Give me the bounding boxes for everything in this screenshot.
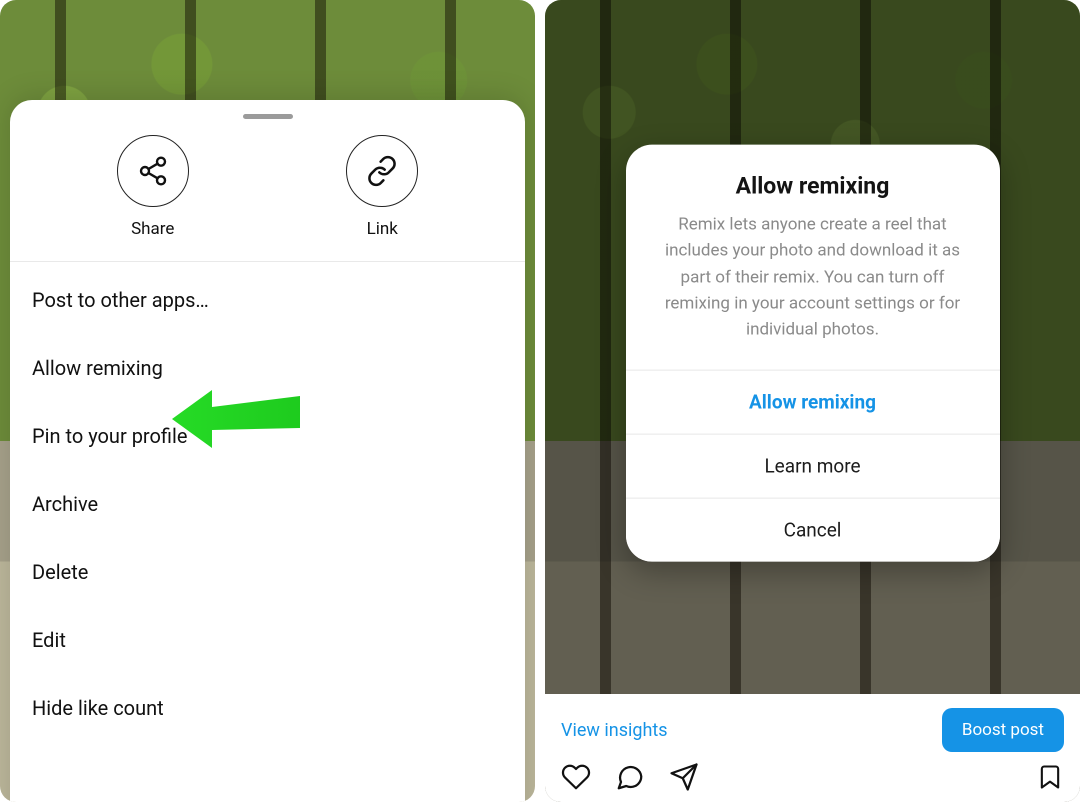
view-insights-link[interactable]: View insights xyxy=(561,720,668,741)
left-screenshot: Share Link Post to other apps… Allow rem… xyxy=(0,0,535,802)
sheet-grabber[interactable] xyxy=(243,114,293,119)
share-action[interactable]: Share xyxy=(83,135,223,239)
send-icon[interactable] xyxy=(669,762,699,792)
boost-post-button[interactable]: Boost post xyxy=(942,708,1064,752)
comment-icon[interactable] xyxy=(615,762,645,792)
menu-post-to-other-apps[interactable]: Post to other apps… xyxy=(10,266,525,334)
dialog-body: Remix lets anyone create a reel that inc… xyxy=(626,212,1000,370)
heart-icon[interactable] xyxy=(561,762,591,792)
menu-delete[interactable]: Delete xyxy=(10,538,525,606)
dialog-title: Allow remixing xyxy=(626,145,1000,212)
sheet-menu: Post to other apps… Allow remixing Pin t… xyxy=(10,262,525,742)
menu-edit[interactable]: Edit xyxy=(10,606,525,674)
link-label: Link xyxy=(367,219,398,239)
allow-remixing-dialog: Allow remixing Remix lets anyone create … xyxy=(626,145,1000,562)
link-icon[interactable] xyxy=(346,135,418,207)
dialog-allow-remixing-button[interactable]: Allow remixing xyxy=(626,369,1000,433)
share-label: Share xyxy=(131,219,174,239)
dialog-learn-more-button[interactable]: Learn more xyxy=(626,433,1000,497)
sheet-quick-actions: Share Link xyxy=(10,127,525,262)
link-action[interactable]: Link xyxy=(312,135,452,239)
right-screenshot: View insights Boost post xyxy=(545,0,1080,802)
menu-archive[interactable]: Archive xyxy=(10,470,525,538)
menu-allow-remixing[interactable]: Allow remixing xyxy=(10,334,525,402)
share-icon[interactable] xyxy=(117,135,189,207)
screenshot-stage: Share Link Post to other apps… Allow rem… xyxy=(0,0,1080,802)
bookmark-icon[interactable] xyxy=(1036,762,1064,792)
action-sheet: Share Link Post to other apps… Allow rem… xyxy=(10,100,525,802)
dialog-cancel-button[interactable]: Cancel xyxy=(626,497,1000,561)
menu-hide-like-count[interactable]: Hide like count xyxy=(10,674,525,742)
menu-pin-to-profile[interactable]: Pin to your profile xyxy=(10,402,525,470)
post-bottom-bar: View insights Boost post xyxy=(545,694,1080,802)
